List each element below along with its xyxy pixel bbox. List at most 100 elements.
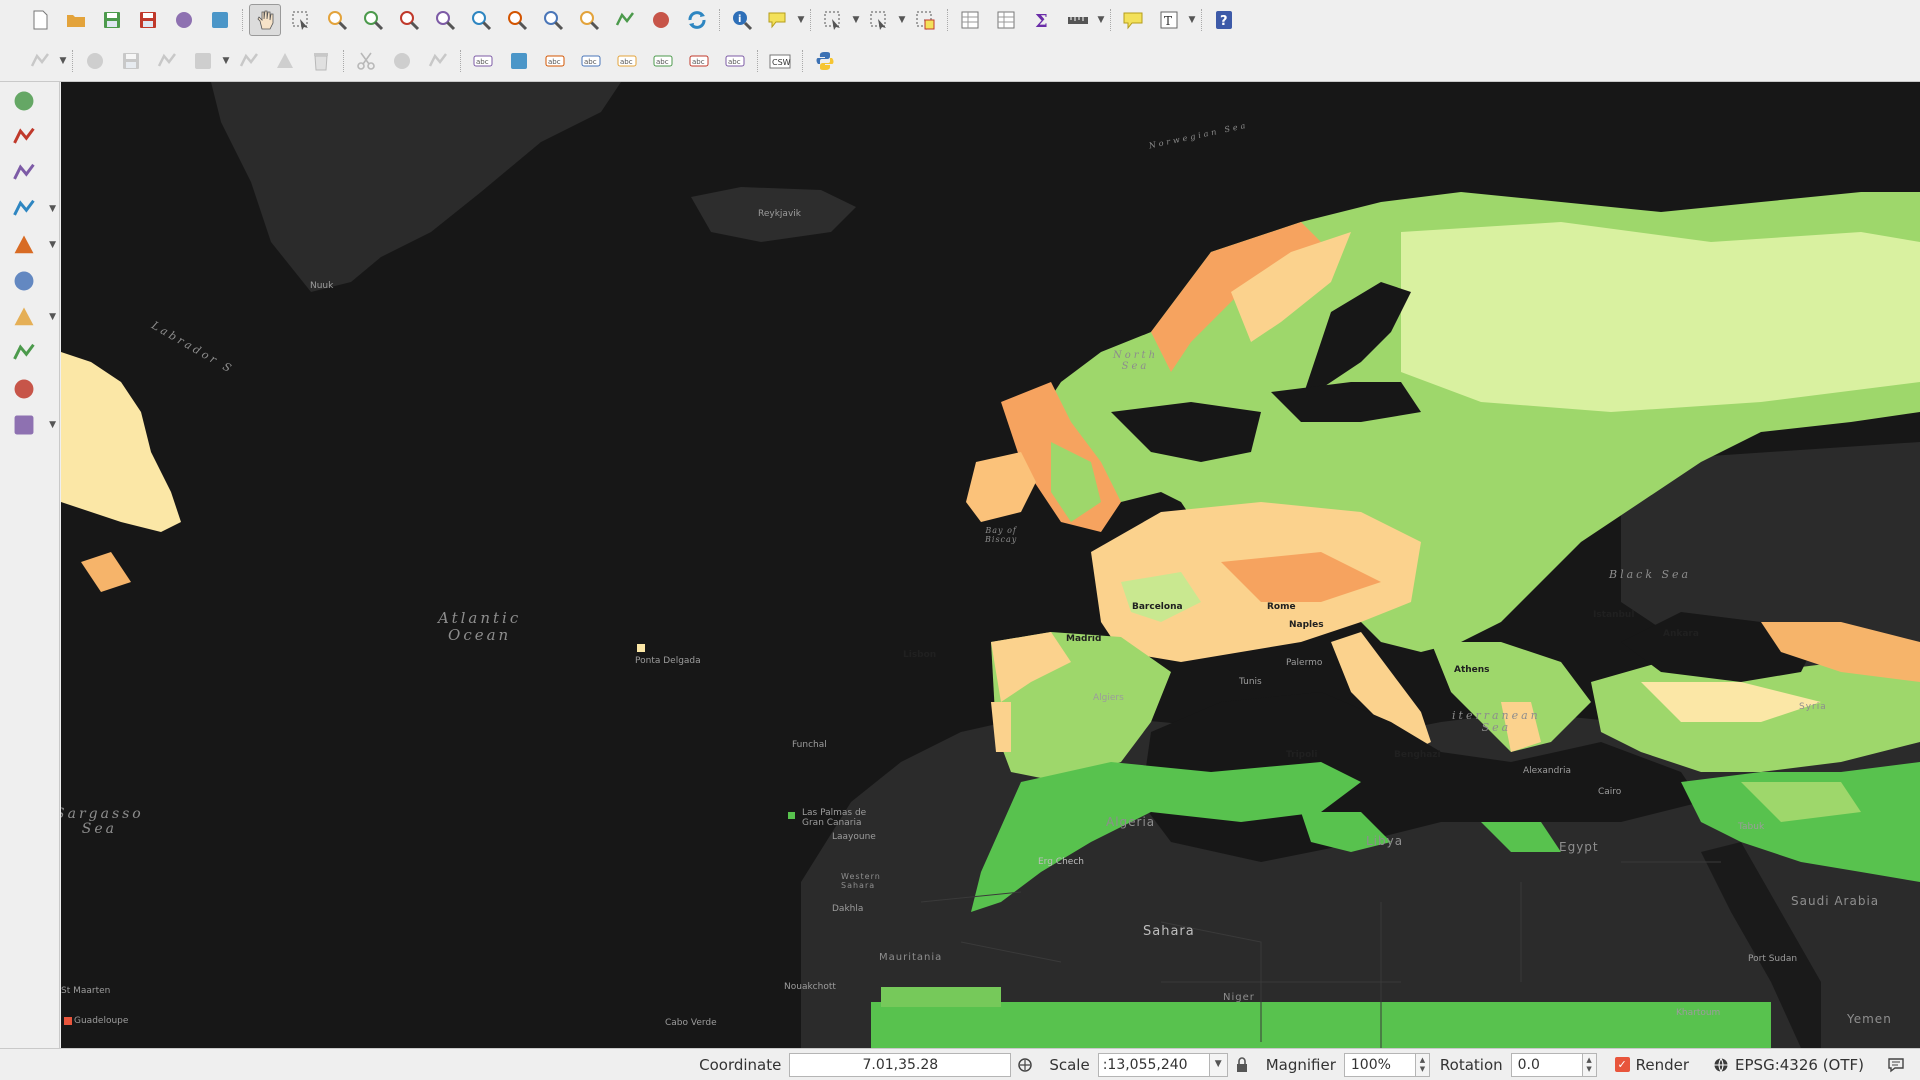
- city-label: Ponta Delgada: [635, 656, 701, 666]
- new-print-layout-icon[interactable]: [168, 4, 200, 36]
- map-tips-icon[interactable]: [762, 4, 794, 36]
- current-edits-dropdown[interactable]: ▼: [58, 45, 68, 77]
- magnifier-spinner[interactable]: ▲ ▼: [1415, 1052, 1430, 1077]
- magnifier-field[interactable]: 100%: [1343, 1052, 1416, 1077]
- zoom-next-icon[interactable]: [573, 4, 605, 36]
- current-edits-icon[interactable]: [24, 45, 56, 77]
- map-canvas[interactable]: Atlantic Ocean Sargasso Sea Labrador S N…: [61, 82, 1920, 1048]
- sargasso-sea-label: Sargasso Sea: [61, 806, 144, 838]
- layout-manager-icon[interactable]: [204, 4, 236, 36]
- add-spatialite-layer-dropdown[interactable]: ▼: [49, 240, 56, 250]
- coordinate-field[interactable]: 7.01,35.28: [789, 1052, 1012, 1077]
- city-label: Cabo Verde: [665, 1018, 717, 1028]
- new-shapefile-layer-icon[interactable]: ▼: [4, 408, 56, 442]
- csw-icon[interactable]: CSW: [764, 45, 796, 77]
- open-project-icon[interactable]: [60, 4, 92, 36]
- vertex-tool-icon[interactable]: [233, 45, 265, 77]
- messages-icon[interactable]: [1886, 1055, 1906, 1075]
- show-bookmarks-icon[interactable]: [645, 4, 677, 36]
- add-spatialite-layer-icon[interactable]: ▼: [4, 228, 56, 262]
- add-feature-icon[interactable]: [187, 45, 219, 77]
- text-annotation-tool-icon[interactable]: T: [1153, 4, 1185, 36]
- measure-line-dropdown[interactable]: ▼: [1096, 4, 1106, 36]
- rotation-field[interactable]: 0.0: [1510, 1052, 1583, 1077]
- attribute-table-icon[interactable]: [954, 4, 986, 36]
- label-toolbar-icon[interactable]: abc: [467, 45, 499, 77]
- modify-attributes-icon[interactable]: [269, 45, 301, 77]
- select-by-value-icon[interactable]: [863, 4, 895, 36]
- toolbar-separator: [343, 49, 344, 72]
- move-label-icon[interactable]: abc: [647, 45, 679, 77]
- zoom-full-icon[interactable]: [429, 4, 461, 36]
- map-tips-dropdown[interactable]: ▼: [796, 4, 806, 36]
- add-virtual-layer-icon[interactable]: [4, 372, 44, 406]
- city-label: St Maarten: [61, 986, 111, 996]
- sahara-label: Sahara: [1143, 924, 1195, 939]
- add-delimited-text-icon[interactable]: [4, 156, 44, 190]
- refresh-icon[interactable]: [681, 4, 713, 36]
- toolbar-separator: [1201, 9, 1202, 31]
- add-postgis-layer-dropdown[interactable]: ▼: [49, 204, 56, 214]
- highlight-pinned-labels-icon[interactable]: abc: [539, 45, 571, 77]
- save-as-icon[interactable]: [132, 4, 164, 36]
- toolbar-separator: [802, 49, 803, 72]
- digitize-icon[interactable]: [151, 45, 183, 77]
- rotation-spinner[interactable]: ▲ ▼: [1582, 1052, 1597, 1077]
- egypt-label: Egypt: [1559, 840, 1599, 854]
- python-console-icon[interactable]: [809, 45, 841, 77]
- diagram-options-icon[interactable]: [503, 45, 535, 77]
- zoom-to-layer-icon[interactable]: [501, 4, 533, 36]
- bay-of-biscay-label: Bay of Biscay: [985, 526, 1018, 544]
- add-wcs-layer-icon[interactable]: [4, 336, 44, 370]
- select-features-icon[interactable]: [817, 4, 849, 36]
- scale-field[interactable]: :13,055,240: [1097, 1052, 1210, 1077]
- select-features-dropdown[interactable]: ▼: [851, 4, 861, 36]
- change-label-icon[interactable]: abc: [719, 45, 751, 77]
- cut-features-icon[interactable]: [350, 45, 382, 77]
- text-annotation-tool-dropdown[interactable]: ▼: [1187, 4, 1197, 36]
- toggle-editing-icon[interactable]: [79, 45, 111, 77]
- lock-scale-icon[interactable]: [1232, 1055, 1252, 1075]
- zoom-out-icon[interactable]: [357, 4, 389, 36]
- add-wfs-layer-icon[interactable]: ▼: [4, 300, 56, 334]
- delete-selected-icon[interactable]: [305, 45, 337, 77]
- help-icon[interactable]: ?: [1208, 4, 1240, 36]
- pan-to-selection-icon[interactable]: [285, 4, 317, 36]
- mouse-coordinate-toggle-icon[interactable]: [1015, 1055, 1035, 1075]
- rotate-label-icon[interactable]: abc: [683, 45, 715, 77]
- new-shapefile-layer-dropdown[interactable]: ▼: [49, 420, 56, 430]
- scale-dropdown[interactable]: ▼: [1209, 1052, 1228, 1077]
- text-annotation-icon[interactable]: [1117, 4, 1149, 36]
- crs-label[interactable]: EPSG:4326 (OTF): [1735, 1056, 1864, 1074]
- zoom-native-icon[interactable]: [393, 4, 425, 36]
- add-feature-dropdown[interactable]: ▼: [221, 45, 231, 77]
- show-hide-labels-icon[interactable]: abc: [611, 45, 643, 77]
- zoom-last-icon[interactable]: [537, 4, 569, 36]
- field-calculator-icon[interactable]: [990, 4, 1022, 36]
- pin-labels-icon[interactable]: abc: [575, 45, 607, 77]
- select-by-value-dropdown[interactable]: ▼: [897, 4, 907, 36]
- pan-map-icon[interactable]: [249, 4, 281, 36]
- projection-globe-icon[interactable]: [1711, 1055, 1731, 1075]
- render-checkbox[interactable]: ✓: [1614, 1057, 1630, 1072]
- toolbar-separator: [719, 9, 720, 31]
- identify-features-icon[interactable]: i: [726, 4, 758, 36]
- new-bookmark-icon[interactable]: [609, 4, 641, 36]
- measure-line-icon[interactable]: [1062, 4, 1094, 36]
- zoom-to-selection-icon[interactable]: [465, 4, 497, 36]
- add-raster-layer-icon[interactable]: [4, 120, 44, 154]
- save-layer-edits-icon[interactable]: [115, 45, 147, 77]
- deselect-all-icon[interactable]: [909, 4, 941, 36]
- zoom-in-icon[interactable]: [321, 4, 353, 36]
- save-project-icon[interactable]: [96, 4, 128, 36]
- add-vector-layer-icon[interactable]: [4, 84, 44, 118]
- svg-text:abc: abc: [620, 58, 633, 66]
- statistical-summary-icon[interactable]: Σ: [1026, 4, 1058, 36]
- new-project-icon[interactable]: [24, 4, 56, 36]
- add-wms-layer-icon[interactable]: [4, 264, 44, 298]
- copy-features-icon[interactable]: [386, 45, 418, 77]
- add-postgis-layer-icon[interactable]: ▼: [4, 192, 56, 226]
- toolbar-separator: [72, 49, 73, 72]
- paste-features-icon[interactable]: [422, 45, 454, 77]
- add-wfs-layer-dropdown[interactable]: ▼: [49, 312, 56, 322]
